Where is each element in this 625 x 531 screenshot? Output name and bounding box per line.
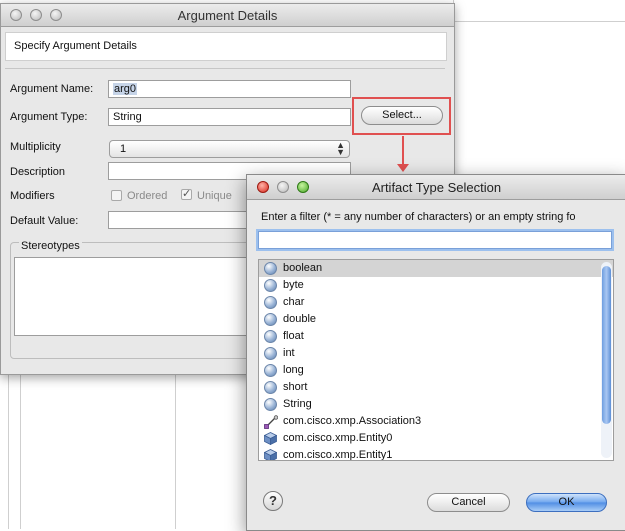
cancel-button[interactable]: Cancel (427, 493, 510, 512)
primitive-type-icon (264, 313, 277, 326)
type-list-item[interactable]: com.cisco.xmp.Entity0 (259, 430, 613, 447)
bg-divider (20, 373, 21, 529)
annotation-arrow (402, 136, 404, 166)
type-list-item[interactable]: int (259, 345, 613, 362)
multiplicity-select[interactable]: 1 ▲ ▼ (109, 140, 350, 158)
type-list-item-label: float (283, 330, 304, 342)
type-dialog-titlebar[interactable]: Artifact Type Selection (247, 175, 625, 200)
bg-divider (453, 21, 625, 22)
header-text: Specify Argument Details (14, 40, 137, 52)
description-label: Description (10, 166, 66, 178)
argument-type-field[interactable]: String (108, 108, 351, 126)
ordered-checkbox[interactable] (111, 190, 122, 201)
type-list-item-label: int (283, 347, 295, 359)
annotation-arrow-head (397, 164, 409, 172)
checkmark-icon: ✓ (182, 188, 192, 200)
argument-type-value: String (113, 111, 142, 123)
argument-dialog-titlebar[interactable]: Argument Details (1, 4, 454, 27)
list-scrollbar[interactable] (601, 262, 612, 458)
type-list-item[interactable]: byte (259, 277, 613, 294)
argument-dialog-title: Argument Details (177, 8, 278, 23)
primitive-type-icon (264, 347, 277, 360)
default-value-label: Default Value: (10, 215, 79, 227)
type-list-item[interactable]: short (259, 379, 613, 396)
bg-divider (175, 373, 176, 529)
type-list-item-label: long (283, 364, 304, 376)
primitive-type-icon (264, 398, 277, 411)
stereotypes-label: Stereotypes (19, 240, 82, 252)
select-type-button[interactable]: Select... (361, 106, 443, 125)
multiplicity-value: 1 (120, 143, 127, 155)
ok-button[interactable]: OK (526, 493, 607, 512)
header-separator (5, 68, 445, 69)
association-icon (264, 415, 278, 429)
type-dialog-title: Artifact Type Selection (371, 180, 502, 195)
multiplicity-label: Multiplicity (10, 141, 61, 153)
modifiers-label: Modifiers (10, 190, 55, 202)
type-list-item-label: double (283, 313, 317, 325)
type-list[interactable]: boolean byte char double float int long short St… (258, 259, 614, 461)
type-list-item[interactable]: double (259, 311, 613, 328)
argument-name-value: arg0 (113, 83, 138, 95)
type-list-item[interactable]: com.cisco.xmp.Association3 (259, 413, 613, 430)
primitive-type-icon (264, 364, 277, 377)
entity-icon (264, 449, 277, 460)
type-list-item-label: com.cisco.xmp.Entity0 (283, 432, 393, 444)
type-list-item-label: com.cisco.xmp.Association3 (283, 415, 422, 427)
primitive-type-icon (264, 279, 277, 292)
artifact-type-selection-dialog: Artifact Type Selection Enter a filter (… (246, 174, 625, 531)
updown-arrows-icon: ▲ ▼ (336, 140, 345, 157)
type-list-item-label: char (283, 296, 305, 308)
type-list-item[interactable]: float (259, 328, 613, 345)
type-list-item-label: short (283, 381, 308, 393)
primitive-type-icon (264, 330, 277, 343)
type-list-item[interactable]: long (259, 362, 613, 379)
type-list-item-label: boolean (283, 262, 323, 274)
stereotypes-list[interactable] (14, 257, 261, 336)
type-list-item[interactable]: boolean (259, 260, 613, 277)
unique-checkbox[interactable]: ✓ (181, 188, 192, 200)
filter-input[interactable] (258, 231, 612, 249)
primitive-type-icon (264, 381, 277, 394)
type-list-item-label: byte (283, 279, 304, 291)
dialog-header: Specify Argument Details (5, 32, 447, 61)
entity-icon (264, 432, 277, 445)
primitive-type-icon (264, 262, 277, 275)
argument-type-label: Argument Type: (10, 111, 88, 123)
ordered-label: Ordered (127, 190, 168, 202)
type-list-item-label: com.cisco.xmp.Entity1 (283, 449, 393, 461)
type-list-item[interactable]: char (259, 294, 613, 311)
scrollbar-thumb[interactable] (602, 266, 611, 424)
argument-name-field[interactable]: arg0 (108, 80, 351, 98)
argument-name-label: Argument Name: (10, 83, 94, 95)
type-list-item[interactable]: com.cisco.xmp.Entity1 (259, 447, 613, 461)
primitive-type-icon (264, 296, 277, 309)
type-list-item-label: String (283, 398, 312, 410)
bg-divider (8, 373, 9, 529)
filter-label: Enter a filter (* = any number of charac… (261, 211, 576, 223)
type-list-item[interactable]: String (259, 396, 613, 413)
help-button[interactable]: ? (263, 491, 283, 511)
unique-label: Unique (197, 190, 232, 202)
